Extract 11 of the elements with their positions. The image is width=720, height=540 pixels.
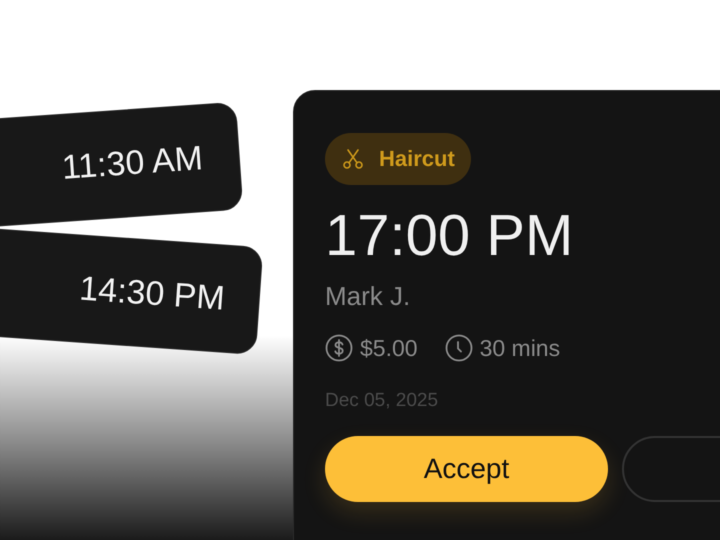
service-tag: Haircut: [325, 133, 471, 185]
client-name: Mark J.: [325, 281, 410, 312]
dollar-icon: [325, 334, 353, 362]
price: $5.00: [360, 334, 418, 362]
time-slot-label: 14:30 PM: [78, 269, 226, 318]
appointment-time: 17:00 PM: [325, 203, 574, 269]
clock-icon: [444, 334, 473, 362]
time-slot-label: 11:30 AM: [60, 138, 204, 188]
accept-button[interactable]: Accept: [325, 436, 608, 502]
scissors-icon: [341, 147, 365, 171]
duration: 30 mins: [480, 334, 560, 362]
